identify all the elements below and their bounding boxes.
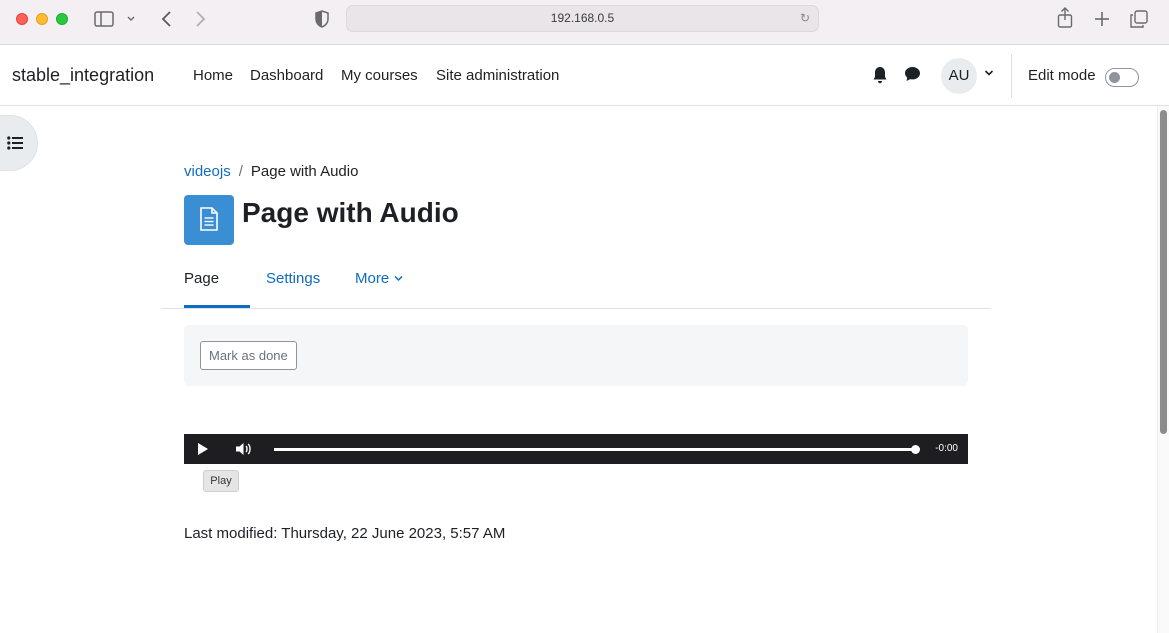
notifications-bell-icon[interactable] [872,66,888,84]
back-arrow-icon[interactable] [160,10,172,28]
breadcrumb-current: Page with Audio [250,163,359,180]
secondary-navigation: Page Settings More [161,260,991,309]
sidebar-toggle-icon[interactable] [94,11,114,27]
tab-overview-icon[interactable] [1130,10,1148,28]
time-remaining: -0:00 [935,443,958,454]
site-navbar: stable_integration Home Dashboard My cou… [0,46,1169,106]
edit-mode-toggle[interactable] [1105,68,1139,87]
minimize-window-button[interactable] [36,13,48,25]
list-icon [7,136,23,150]
edit-mode-label: Edit mode [1028,67,1096,84]
document-icon [200,207,218,231]
navbar-divider [1011,54,1012,98]
audio-progress-fill [274,448,915,451]
messages-chat-icon[interactable] [904,66,921,82]
nav-home-link[interactable]: Home [193,67,233,84]
address-bar[interactable]: 192.168.0.5 ↻ [346,5,819,32]
share-icon[interactable] [1057,7,1073,29]
reload-icon[interactable]: ↻ [800,6,810,31]
breadcrumb: videojs / Page with Audio [184,163,358,180]
volume-icon[interactable] [235,441,253,457]
page-title: Page with Audio [242,197,459,228]
active-tab-indicator [184,305,250,308]
site-brand[interactable]: stable_integration [12,65,154,86]
user-menu-chevron-down-icon[interactable] [984,68,994,78]
chevron-down-icon [394,275,403,282]
breadcrumb-parent-link[interactable]: videojs [184,163,231,180]
last-modified-text: Last modified: Thursday, 22 June 2023, 5… [184,525,506,542]
activity-completion-panel: Mark as done [184,325,968,386]
play-tooltip: Play [203,470,239,492]
tab-settings[interactable]: Settings [266,270,320,287]
user-avatar[interactable]: AU [941,58,977,94]
audio-player: -0:00 [184,434,968,464]
tab-more[interactable]: More [355,270,403,287]
browser-toolbar: 192.168.0.5 ↻ [0,0,1169,45]
nav-dashboard-link[interactable]: Dashboard [250,67,323,84]
nav-my-courses-link[interactable]: My courses [341,67,418,84]
scrollbar-thumb[interactable] [1160,110,1167,434]
page-activity-icon [184,195,234,245]
audio-progress-handle[interactable] [911,445,920,454]
audio-progress-bar[interactable] [274,445,920,454]
edit-mode-toggle-knob [1109,72,1120,83]
zoom-window-button[interactable] [56,13,68,25]
nav-site-administration-link[interactable]: Site administration [436,67,559,84]
mark-as-done-button[interactable]: Mark as done [200,341,297,370]
forward-arrow-icon[interactable] [195,10,207,28]
privacy-shield-icon[interactable] [315,10,329,28]
page-scrollbar[interactable] [1157,106,1169,633]
chevron-down-icon[interactable] [127,16,135,22]
url-text: 192.168.0.5 [550,11,615,25]
play-icon[interactable] [198,443,208,455]
close-window-button[interactable] [16,13,28,25]
tab-page[interactable]: Page [184,270,219,287]
breadcrumb-separator: / [238,163,243,180]
course-index-drawer-button[interactable] [0,115,38,171]
tab-more-label: More [355,270,390,287]
new-tab-icon[interactable] [1094,11,1110,27]
